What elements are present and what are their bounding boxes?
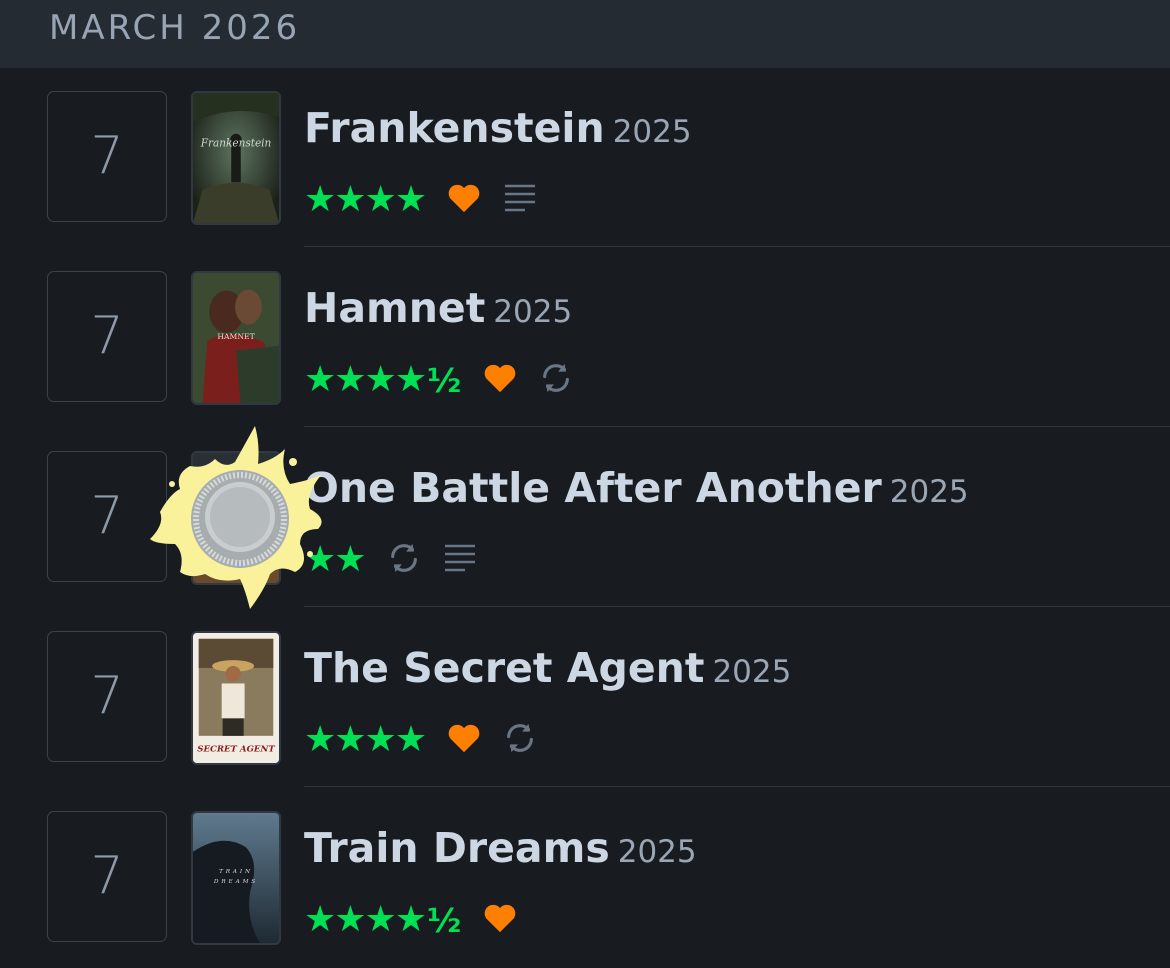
heart-icon [447, 182, 481, 218]
diary-entry[interactable]: 7 Frankenstein Frankenstein 2025 ★★★★ [0, 68, 1170, 248]
star-rating: ★★★★ [304, 899, 427, 940]
day-number: 7 [90, 666, 124, 726]
month-label: MARCH 2026 [49, 8, 301, 48]
day-number: 7 [90, 846, 124, 906]
star-rating: ★★★★ [304, 179, 427, 220]
hamnet-poster[interactable]: HAMNET [191, 271, 281, 405]
review-icon[interactable] [443, 542, 477, 578]
day-number: 7 [90, 126, 124, 186]
rewatch-icon [539, 361, 573, 399]
heart-icon [483, 362, 517, 398]
day-box[interactable]: 7 [47, 451, 167, 582]
film-title[interactable]: One Battle After Another [304, 464, 882, 512]
svg-text:HAMNET: HAMNET [217, 332, 255, 341]
film-year[interactable]: 2025 [890, 474, 969, 510]
coin-splash-badge [150, 424, 330, 614]
film-year[interactable]: 2025 [493, 294, 572, 330]
heart-icon [483, 902, 517, 938]
film-title[interactable]: Hamnet [304, 284, 485, 332]
day-box[interactable]: 7 [47, 271, 167, 402]
entry-meta: ★★★★ ½ [304, 898, 517, 942]
heart-icon [447, 722, 481, 758]
svg-text:TRAIN: TRAIN [219, 869, 253, 875]
half-star: ½ [427, 360, 462, 400]
svg-text:Frankenstein: Frankenstein [200, 137, 272, 149]
train-dreams-poster[interactable]: TRAIN DREAMS [191, 811, 281, 945]
divider [304, 786, 1170, 787]
svg-text:DREAMS: DREAMS [213, 879, 258, 885]
day-box[interactable]: 7 [47, 631, 167, 762]
rewatch-icon [387, 541, 421, 579]
star-rating: ★★★★ [304, 359, 427, 400]
month-header: MARCH 2026 [0, 0, 1170, 68]
film-title[interactable]: Train Dreams [304, 824, 610, 872]
star-rating: ★★★★ [304, 719, 427, 760]
half-star: ½ [427, 900, 462, 940]
diary-entry[interactable]: 7 TRAIN DREAMS Train Dreams 2025 ★★★★ ½ [0, 788, 1170, 968]
diary-entry[interactable]: 7 HAMNET Hamnet 2025 ★★★★ ½ [0, 248, 1170, 428]
day-box[interactable]: 7 [47, 811, 167, 942]
film-year[interactable]: 2025 [618, 834, 697, 870]
rewatch-icon [503, 721, 537, 759]
film-title[interactable]: Frankenstein [304, 104, 605, 152]
diary-entry[interactable]: 7 SECRET AGENT The Secret Agent 2025 ★★★★ [0, 608, 1170, 788]
poster-text: SECRET AGENT [197, 744, 275, 754]
review-icon[interactable] [503, 182, 537, 218]
film-title[interactable]: The Secret Agent [304, 644, 704, 692]
entry-meta: ★★★★ [304, 718, 537, 762]
day-number: 7 [90, 486, 124, 546]
divider [304, 606, 1170, 607]
frankenstein-poster[interactable]: Frankenstein [191, 91, 281, 225]
divider [304, 426, 1170, 427]
secret-agent-poster[interactable]: SECRET AGENT [191, 631, 281, 765]
entry-meta: ★★★★ [304, 178, 537, 222]
day-box[interactable]: 7 [47, 91, 167, 222]
divider [304, 246, 1170, 247]
film-year[interactable]: 2025 [613, 114, 692, 150]
entry-meta: ★★★★ ½ [304, 358, 573, 402]
film-year[interactable]: 2025 [712, 654, 791, 690]
day-number: 7 [90, 306, 124, 366]
